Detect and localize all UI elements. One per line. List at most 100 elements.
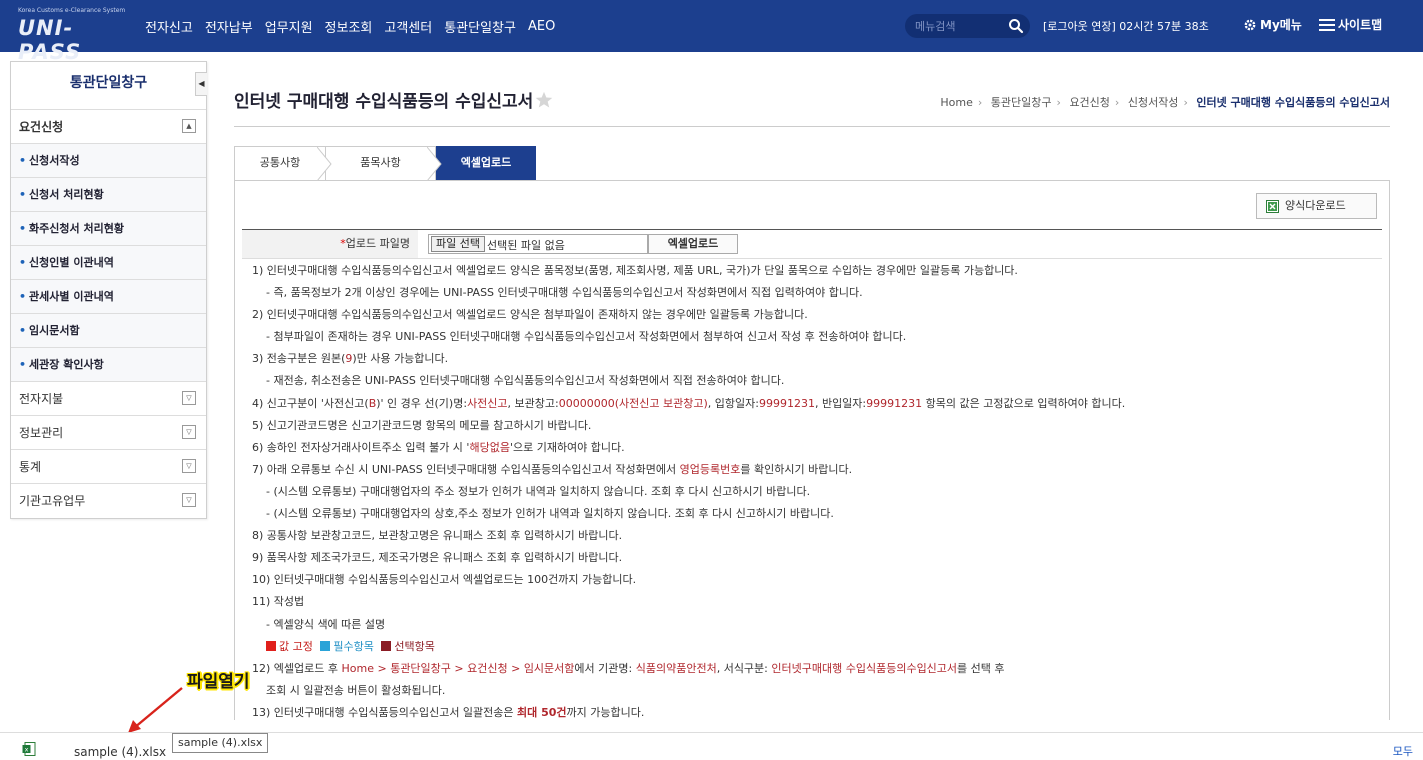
nav-item-aeo[interactable]: AEO (528, 19, 555, 34)
menu-search-input[interactable] (915, 17, 995, 35)
my-menu-button[interactable]: My메뉴 (1243, 16, 1302, 33)
note-text: , 서식구분: (716, 661, 772, 675)
bullet-icon: • (19, 222, 27, 235)
note-text: 7) 아래 오류통보 수신 시 UNI-PASS 인터넷구매대행 수입식품등의수… (252, 462, 680, 476)
bullet-icon: • (19, 324, 27, 337)
nav-item-work-support[interactable]: 업무지원 (265, 17, 313, 36)
expand-down-icon[interactable]: ▽ (182, 459, 196, 473)
sidebar-section-label: 요건신청 (19, 120, 64, 134)
logout-extend-timer[interactable]: [로그아웃 연장] 02시간 57분 38초 (1043, 18, 1209, 34)
note-12: 12) 엑셀업로드 후 Home > 통관단일창구 > 요건신청 > 임시문서함… (252, 661, 1392, 685)
note-text: )만 사용 가능합니다. (352, 352, 449, 366)
bullet-icon: • (19, 290, 27, 303)
sidebar-section-info-management[interactable]: 정보관리 ▽ (11, 416, 206, 450)
sidebar-item-owner-application-status[interactable]: • 화주신청서 처리현황 (11, 212, 206, 246)
form-download-button[interactable]: 양식다운로드 (1256, 193, 1377, 219)
expand-down-icon[interactable]: ▽ (182, 493, 196, 507)
tab-common[interactable]: 공통사항 (234, 146, 332, 181)
note-3: 3) 전송구분은 원본(9)만 사용 가능합니다. (252, 353, 1392, 375)
note-text: 에서 기관명: (574, 661, 636, 675)
upload-instructions: 1) 인터넷구매대행 수입식품등의수입신고서 엑셀업로드 양식은 품목정보(품명… (252, 264, 1392, 729)
note-text: 13) 인터넷구매대행 수입식품등의수입신고서 일괄전송은 (252, 705, 518, 719)
sidebar-item-temp-documents[interactable]: • 임시문서함 (11, 314, 206, 348)
nav-item-e-payment[interactable]: 전자납부 (205, 17, 253, 36)
downloaded-file-name[interactable]: sample (4).xlsx (74, 745, 166, 759)
excel-upload-button[interactable]: 엑셀업로드 (648, 234, 738, 254)
logo-tagline: Korea Customs e-Clearance System (18, 7, 126, 14)
sitemap-label: 사이트맵 (1338, 18, 1383, 32)
tab-items[interactable]: 품목사항 (326, 146, 442, 181)
tab-label: 엑셀업로드 (460, 156, 512, 169)
required-swatch (320, 640, 331, 651)
hamburger-icon (1319, 18, 1335, 31)
sidebar-section-requirement[interactable]: 요건신청 ▲ (11, 110, 206, 144)
expand-down-icon[interactable]: ▽ (182, 425, 196, 439)
uni-pass-logo[interactable]: Korea Customs e-Clearance System UNI-PAS… (10, 6, 125, 64)
note-text: '으로 기재하여야 합니다. (509, 440, 625, 454)
nav-item-customer-center[interactable]: 고객센터 (384, 17, 432, 36)
fixed-value-swatch (266, 640, 276, 651)
note-6: 6) 송하인 전자상거래사이트주소 입력 불가 시 '해당없음'으로 기재하여야… (252, 440, 1392, 464)
upload-table-bottom-rule (242, 258, 1382, 259)
tab-label: 품목사항 (360, 156, 401, 169)
sidebar-item-write-application[interactable]: • 신청서작성 (11, 144, 206, 178)
note-text: , 입항일자: (707, 396, 759, 410)
tab-excel-upload[interactable]: 엑셀업로드 (436, 146, 536, 180)
bullet-icon: • (19, 256, 27, 269)
breadcrumb-current: 인터넷 구매대행 수입식품등의 수입신고서 (1196, 96, 1390, 109)
page-title: 인터넷 구매대행 수입식품등의 수입신고서 (234, 87, 553, 112)
note-4: 4) 신고구분이 '사전신고(B)' 인 경우 선(기)명:사전신고, 보관창고… (252, 396, 1392, 420)
sidebar-collapse-button[interactable]: ◀ (195, 72, 207, 96)
note-highlight: Home > 통관단일창구 > 요건신청 > 임시문서함 (341, 661, 575, 675)
sidebar-item-transfer-by-applicant[interactable]: • 신청인별 이관내역 (11, 246, 206, 280)
note-2a: - 첨부파일이 존재하는 경우 UNI-PASS 인터넷구매대행 수입식품등의수… (266, 330, 907, 344)
note-1: 1) 인터넷구매대행 수입식품등의수입신고서 엑셀업로드 양식은 품목정보(품명… (252, 264, 1018, 277)
note-1a: - 즉, 품목정보가 2개 이상인 경우에는 UNI-PASS 인터넷구매대행 … (266, 286, 863, 300)
breadcrumb-home[interactable]: Home (940, 96, 972, 109)
nav-item-single-window[interactable]: 통관단일창구 (444, 17, 516, 36)
note-highlight: 인터넷구매대행 수입식품등의수입신고서 (771, 661, 958, 675)
note-text: )' 인 경우 선(기)명: (376, 396, 468, 410)
nav-item-info-inquiry[interactable]: 정보조회 (325, 17, 373, 36)
note-2: 2) 인터넷구매대행 수입식품등의수입신고서 엑셀업로드 양식은 첨부파일이 존… (252, 308, 808, 322)
breadcrumb-requirement[interactable]: 요건신청 (1069, 96, 1109, 109)
my-menu-label: My메뉴 (1260, 18, 1302, 32)
sidebar-section-statistics[interactable]: 통계 ▽ (11, 450, 206, 484)
show-all-downloads-button[interactable]: 모두 (1393, 743, 1413, 759)
breadcrumb-write-application[interactable]: 신청서작성 (1128, 96, 1179, 109)
upload-file-label-text: 업로드 파일명 (345, 237, 410, 250)
search-icon[interactable] (1008, 18, 1024, 34)
sidebar-section-label: 기관고유업무 (19, 494, 86, 508)
expand-down-icon[interactable]: ▽ (182, 391, 196, 405)
note-highlight: 해당없음 (469, 440, 510, 454)
note-text: 3) 전송구분은 원본( (252, 352, 346, 366)
note-text: , 반입일자: (814, 396, 867, 410)
svg-text:x: x (25, 746, 29, 754)
bullet-icon: • (19, 358, 27, 371)
sidebar-item-application-status[interactable]: • 신청서 처리현황 (11, 178, 206, 212)
sidebar-section-agency-tasks[interactable]: 기관고유업무 ▽ (11, 484, 206, 518)
note-highlight: 식품의약품안전처 (635, 661, 717, 675)
file-name-tooltip: sample (4).xlsx (172, 733, 269, 753)
note-text: 를 확인하시기 바랍니다. (740, 462, 853, 476)
nav-item-e-declaration[interactable]: 전자신고 (145, 17, 193, 36)
note-10: 10) 인터넷구매대행 수입식품등의수입신고서 엑셀업로드는 100건까지 가능… (252, 573, 637, 587)
file-input[interactable]: 파일 선택 선택된 파일 없음 (428, 234, 648, 254)
choose-file-button[interactable]: 파일 선택 (431, 236, 485, 252)
sidebar-item-customs-confirmation[interactable]: • 세관장 확인사항 (11, 348, 206, 382)
breadcrumb-single-window[interactable]: 통관단일창구 (991, 96, 1052, 109)
tab-chevron-icon (427, 147, 442, 181)
note-11: 11) 작성법 (252, 595, 305, 609)
sidebar-item-label: 신청인별 이관내역 (29, 256, 114, 269)
sidebar-item-label: 임시문서함 (29, 324, 80, 337)
sitemap-button[interactable]: 사이트맵 (1319, 16, 1382, 33)
star-icon[interactable] (535, 91, 553, 109)
upload-row: *업로드 파일명 파일 선택 선택된 파일 없음 엑셀업로드 (242, 230, 1382, 258)
note-13: 13) 인터넷구매대행 수입식품등의수입신고서 일괄전송은 최대 50건까지 가… (252, 705, 1392, 729)
sidebar-title-label: 통관단일창구 (69, 75, 148, 91)
sidebar-section-e-payment[interactable]: 전자지불 ▽ (11, 382, 206, 416)
sidebar-item-transfer-by-broker[interactable]: • 관세사별 이관내역 (11, 280, 206, 314)
legend-optional-label: 선택항목 (394, 639, 435, 653)
sidebar-section-label: 전자지불 (19, 392, 64, 406)
collapse-up-icon[interactable]: ▲ (182, 119, 196, 133)
